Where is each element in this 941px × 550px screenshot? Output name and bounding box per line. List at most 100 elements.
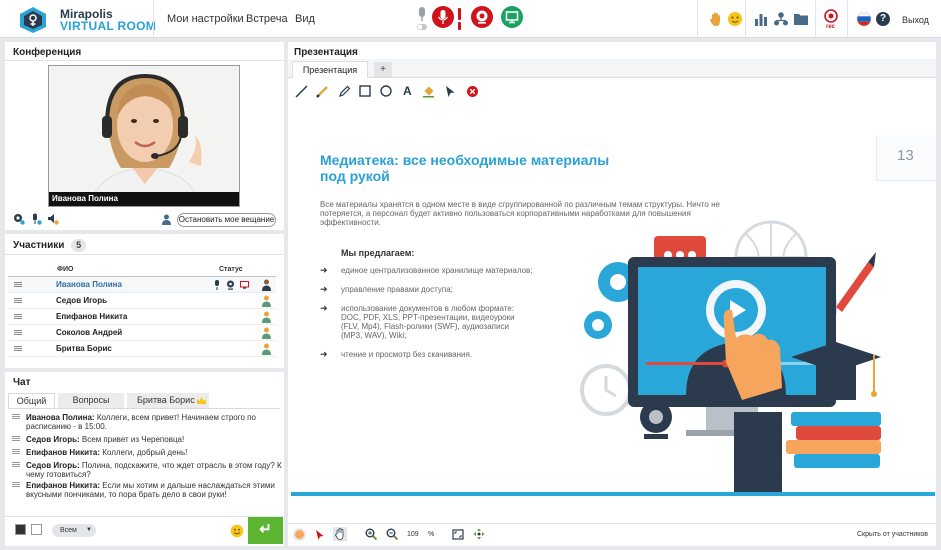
participant-name: Седов Игорь — [56, 296, 107, 305]
chat-message: Иванова Полина: Коллеги, всем привет! На… — [12, 413, 282, 431]
bullet-text: управление правами доступа; — [341, 285, 453, 294]
slide-heading: Медиатека: все необходимые материалы под… — [320, 152, 610, 184]
participant-name: Соколов Андрей — [56, 328, 123, 337]
emoji-icon[interactable] — [230, 524, 244, 538]
mic-level-icon[interactable] — [417, 7, 427, 31]
exit-button[interactable]: Выход — [902, 15, 929, 25]
text-color-picker[interactable] — [15, 524, 26, 535]
fullscreen-icon[interactable] — [473, 528, 485, 540]
eraser-tool-icon[interactable] — [422, 85, 435, 98]
webcam-settings-icon[interactable] — [13, 213, 25, 225]
menu-my-settings[interactable]: Мои настройки — [167, 13, 244, 25]
chat-tab-questions[interactable]: Вопросы — [58, 393, 124, 408]
slide-page-number: 13 — [897, 147, 914, 164]
participant-row[interactable]: Иванова Полина — [8, 277, 276, 293]
help-icon[interactable]: ? — [876, 12, 890, 26]
microphone-button[interactable] — [432, 6, 454, 28]
cursor-icon[interactable] — [315, 529, 325, 541]
line-tool-icon[interactable] — [295, 85, 308, 98]
clear-drawings-icon[interactable] — [466, 85, 479, 98]
arrow-icon: ➜ — [320, 303, 328, 313]
chat-tab-private-label: Бритва Борис — [137, 395, 195, 405]
zoom-out-icon[interactable] — [386, 528, 398, 540]
participant-row[interactable]: Соколов Андрей — [8, 325, 276, 341]
chevron-down-icon: ▼ — [86, 527, 92, 533]
microphone-status-icon — [215, 280, 219, 290]
recipient-select[interactable]: Всем ▼ — [52, 524, 96, 537]
pan-hand-icon[interactable] — [333, 527, 347, 541]
drag-handle-icon[interactable] — [14, 282, 22, 287]
speaker-settings-icon[interactable] — [47, 213, 59, 225]
ellipse-tool-icon[interactable] — [380, 85, 392, 97]
chat-message: Епифанов Никита: Коллеги, добрый день! — [12, 448, 282, 457]
emotion-icon[interactable] — [727, 11, 743, 27]
presentation-title: Презентация — [294, 47, 358, 58]
zoom-value-input[interactable]: 109 — [407, 531, 419, 538]
participant-row[interactable]: Епифанов Никита — [8, 309, 276, 325]
video-name-label: Иванова Полина — [49, 192, 239, 206]
rec-label: rec — [826, 24, 836, 30]
slide-bullet: ➜ чтение и просмотр без скачивания. — [320, 350, 540, 360]
drag-handle-icon[interactable] — [14, 314, 22, 319]
hide-from-participants-button[interactable]: Скрыть от участников — [857, 531, 928, 538]
menu-meeting[interactable]: Встреча — [246, 13, 288, 25]
message-menu-icon[interactable] — [12, 449, 20, 454]
structure-icon[interactable] — [773, 11, 789, 27]
message-menu-icon[interactable] — [12, 414, 20, 419]
pencil-tool-icon[interactable] — [338, 85, 351, 98]
folder-icon[interactable] — [793, 11, 809, 27]
participants-title: Участники — [13, 240, 65, 251]
laser-pointer-icon[interactable] — [293, 528, 306, 541]
background-color-picker[interactable] — [31, 524, 42, 535]
webcam-icon — [476, 10, 488, 24]
screen-status-icon — [240, 281, 249, 289]
camera-button[interactable] — [471, 6, 493, 28]
send-button[interactable]: ↵ — [248, 517, 283, 544]
microphone-icon — [437, 10, 449, 24]
column-header-status: Статус — [219, 266, 243, 273]
slide-bullet: ➜ использование документов в любом формат… — [320, 303, 530, 341]
arrow-icon: ➜ — [320, 265, 328, 275]
participant-name: Иванова Полина — [56, 280, 122, 289]
app-window: Mirapolis VIRTUAL ROOM Мои настройки Вст… — [0, 0, 941, 550]
message-menu-icon[interactable] — [12, 482, 20, 487]
marker-tool-icon[interactable] — [316, 85, 329, 98]
stop-broadcast-button[interactable]: Остановить мое вещание — [177, 213, 276, 227]
rectangle-tool-icon[interactable] — [359, 85, 371, 97]
participant-row[interactable]: Бритва Борис — [8, 341, 276, 357]
bullet-text: единое централизованное хранилище матери… — [341, 266, 533, 275]
drag-handle-icon[interactable] — [14, 298, 22, 303]
message-menu-icon[interactable] — [12, 436, 20, 441]
chat-title: Чат — [13, 377, 31, 388]
message-author: Седов Игорь: — [26, 435, 80, 444]
slide-footer-bar — [291, 492, 935, 496]
participant-name: Бритва Борис — [56, 344, 112, 353]
slide-bullet: ➜ единое централизованное хранилище матер… — [320, 265, 540, 276]
conference-title: Конференция — [13, 47, 82, 58]
drag-handle-icon[interactable] — [14, 330, 22, 335]
add-tab-button[interactable]: + — [374, 62, 392, 77]
participant-name: Епифанов Никита — [56, 312, 128, 321]
zoom-in-icon[interactable] — [365, 528, 377, 540]
record-icon[interactable] — [824, 9, 838, 23]
participant-row[interactable]: Седов Игорь — [8, 293, 276, 309]
presentation-tab[interactable]: Презентация — [292, 61, 368, 78]
menu-view[interactable]: Вид — [295, 13, 315, 25]
microphone-settings-icon[interactable] — [30, 213, 42, 225]
divider — [5, 60, 284, 61]
media-library-illustration — [580, 220, 881, 492]
chat-tab-general[interactable]: Общий — [8, 393, 55, 408]
bullet-text: чтение и просмотр без скачивания. — [341, 350, 473, 359]
raise-hand-icon[interactable] — [708, 11, 724, 27]
statistics-icon[interactable] — [753, 11, 769, 27]
screen-share-button[interactable] — [501, 6, 523, 28]
text-tool-icon[interactable]: A — [403, 84, 412, 98]
message-menu-icon[interactable] — [12, 462, 20, 467]
drag-handle-icon[interactable] — [14, 346, 22, 351]
fit-to-screen-icon[interactable] — [452, 529, 464, 540]
russian-flag-icon[interactable] — [856, 11, 872, 27]
chat-tab-private[interactable]: Бритва Борис — [127, 393, 209, 408]
divider — [8, 408, 280, 409]
message-body: Иванова Полина: Коллеги, всем привет! На… — [26, 413, 282, 431]
pointer-tool-icon[interactable] — [445, 85, 456, 98]
